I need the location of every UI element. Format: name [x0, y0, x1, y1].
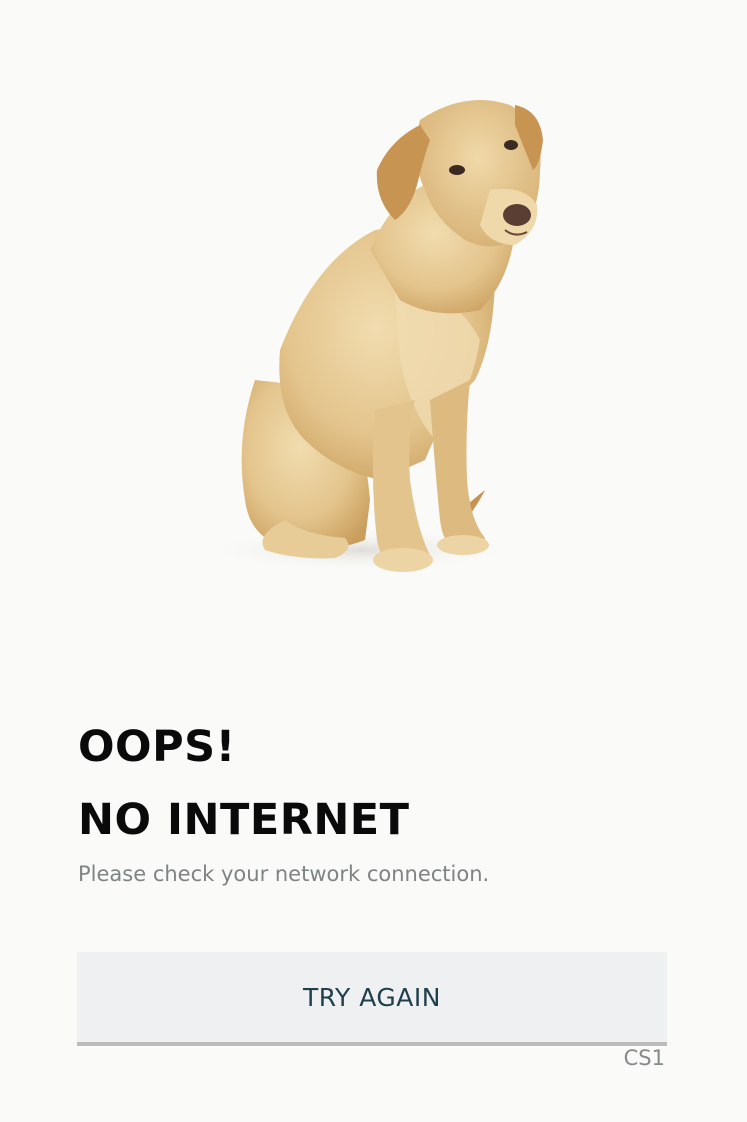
error-code-label: CS1 [623, 1046, 665, 1070]
error-title-oops: OOPS! [78, 722, 236, 772]
sad-dog-illustration [195, 80, 555, 580]
try-again-button[interactable]: TRY AGAIN [77, 952, 667, 1046]
error-subtitle: Please check your network connection. [78, 862, 490, 886]
dog-icon [200, 100, 543, 572]
no-internet-screen: OOPS! NO INTERNET Please check your netw… [0, 0, 747, 1122]
error-title-no-internet: NO INTERNET [78, 795, 410, 845]
